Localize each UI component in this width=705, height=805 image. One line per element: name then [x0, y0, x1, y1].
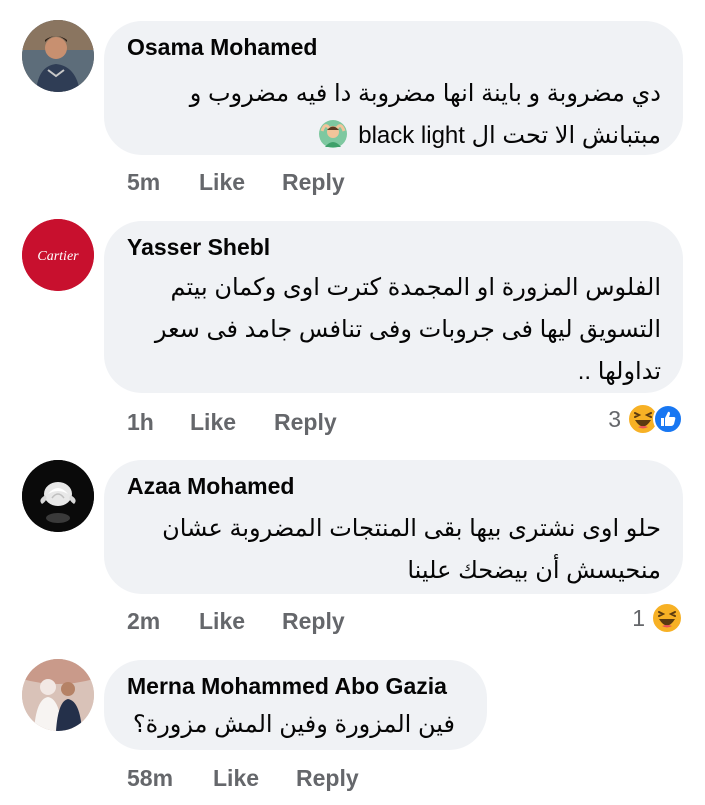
comment-timestamp[interactable]: 1h: [127, 409, 154, 436]
comment-text-line: فين المزورة وفين المش مزورة؟: [132, 711, 455, 738]
comment-text-line: منحيسش أن بيضحك علينا: [407, 557, 661, 584]
comment-text-line: مبتبانش الا تحت ال black light: [358, 122, 661, 149]
comment-text: دي مضروبة و باينة انها مضروبة دا فيه مضر…: [190, 73, 661, 157]
reply-button[interactable]: Reply: [282, 608, 345, 635]
comment-text-line: التسويق ليها فى جروبات وفى تنافس جامد فى…: [154, 316, 661, 343]
haha-reaction-icon: [651, 602, 683, 634]
comment-author[interactable]: Azaa Mohamed: [127, 472, 294, 500]
comment-text-line: تداولها ..: [577, 358, 661, 385]
cartier-logo-avatar: Cartier: [22, 219, 94, 291]
avatar[interactable]: Cartier: [22, 219, 94, 291]
like-reaction-icon: [653, 404, 683, 434]
comment-bubble: Azaa Mohamed حلو اوى نشترى بيها بقى المن…: [104, 460, 683, 594]
comment-author[interactable]: Merna Mohammed Abo Gazia: [127, 672, 447, 700]
comment-text-line: حلو اوى نشترى بيها بقى المنتجات المضروبة…: [162, 515, 661, 542]
like-button[interactable]: Like: [190, 409, 236, 436]
comment-item: Azaa Mohamed حلو اوى نشترى بيها بقى المن…: [0, 450, 705, 650]
like-button[interactable]: Like: [199, 608, 245, 635]
svg-text:Cartier: Cartier: [37, 249, 79, 264]
comment-author[interactable]: Osama Mohamed: [127, 33, 317, 61]
person-gesturing-ok-emoji-icon: [318, 120, 347, 148]
comment-item: Cartier Yasser Shebl الفلوس المزورة او ا…: [0, 200, 705, 450]
comment-text: الفلوس المزورة او المجمدة كترت اوى وكمان…: [155, 267, 661, 393]
comment-bubble: Osama Mohamed دي مضروبة و باينة انها مضر…: [104, 21, 683, 155]
reply-button[interactable]: Reply: [282, 169, 345, 196]
avatar[interactable]: [22, 659, 94, 731]
avatar[interactable]: [22, 20, 94, 92]
reaction-summary[interactable]: 1: [632, 601, 683, 635]
reaction-summary[interactable]: 3: [608, 402, 683, 436]
like-button[interactable]: Like: [199, 169, 245, 196]
comment-bubble: Merna Mohammed Abo Gazia فين المزورة وفي…: [104, 660, 487, 750]
comment-text: حلو اوى نشترى بيها بقى المنتجات المضروبة…: [162, 508, 661, 592]
comment-bubble: Yasser Shebl الفلوس المزورة او المجمدة ك…: [104, 221, 683, 393]
like-button[interactable]: Like: [213, 765, 259, 792]
comment-timestamp[interactable]: 58m: [127, 765, 173, 792]
comment-author[interactable]: Yasser Shebl: [127, 233, 270, 261]
comment-text: فين المزورة وفين المش مزورة؟: [133, 704, 455, 746]
avatar-image: [22, 20, 94, 92]
comment-text-line: الفلوس المزورة او المجمدة كترت اوى وكمان…: [170, 274, 661, 301]
comment-item: Osama Mohamed دي مضروبة و باينة انها مضر…: [0, 0, 705, 200]
comment-timestamp[interactable]: 5m: [127, 169, 160, 196]
comment-text-line: دي مضروبة و باينة انها مضروبة دا فيه مضر…: [189, 80, 661, 107]
reaction-count: 3: [608, 405, 621, 432]
reaction-count: 1: [632, 604, 645, 631]
reply-button[interactable]: Reply: [274, 409, 337, 436]
comment-timestamp[interactable]: 2m: [127, 608, 160, 635]
comment-text-line-with-emoji: مبتبانش الا تحت ال black light: [190, 115, 661, 157]
avatar[interactable]: [22, 460, 94, 532]
comment-item: Merna Mohammed Abo Gazia فين المزورة وفي…: [0, 650, 705, 805]
couple-avatar-image: [22, 659, 94, 731]
reply-button[interactable]: Reply: [296, 765, 359, 792]
rose-avatar-image: [22, 460, 94, 532]
